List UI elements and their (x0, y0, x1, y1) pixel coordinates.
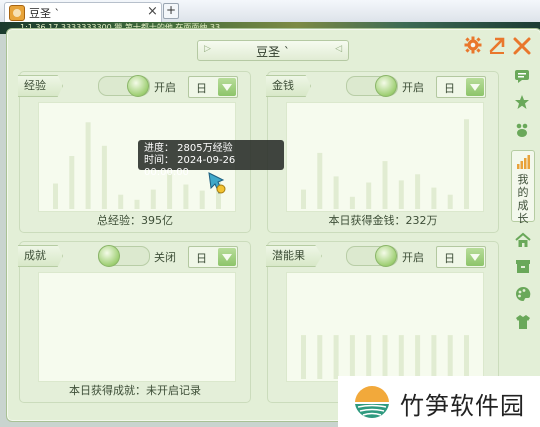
achievement-toggle-label: 关闭 (154, 251, 176, 264)
experience-caption: 总经验：395亿 (97, 214, 173, 227)
chart-bar[interactable] (464, 335, 469, 379)
growth-bars-icon (517, 155, 530, 169)
tab-close-button[interactable]: × (147, 4, 158, 19)
achievement-period-select[interactable]: 日 (188, 246, 238, 268)
chart-bar[interactable] (382, 335, 388, 379)
experience-period-value: 日 (196, 82, 207, 95)
chart-bar[interactable] (183, 184, 189, 210)
chart-bar[interactable] (150, 189, 156, 209)
title-right-arrow-icon: ◁ (335, 44, 342, 54)
chart-bar[interactable] (349, 335, 355, 379)
chart-bar[interactable] (69, 156, 75, 209)
chart-bar[interactable] (301, 335, 306, 379)
money-toggle-label: 开启 (402, 81, 424, 94)
achievement-chart-svg (39, 273, 235, 381)
experience-tab-label: 经验 (18, 75, 63, 97)
potential-chart-svg (301, 335, 469, 379)
new-tab-button[interactable]: + (163, 3, 179, 19)
chart-bar[interactable] (382, 161, 388, 209)
settings-gear-icon[interactable] (464, 36, 482, 54)
chart-bar[interactable] (85, 122, 91, 209)
watermark: 竹笋软件园 (338, 376, 540, 427)
browser-tab[interactable]: 豆圣 ` × (4, 2, 162, 22)
chart-bar[interactable] (447, 335, 453, 379)
money-bar-chart (286, 102, 484, 212)
experience-period-select[interactable]: 日 (188, 76, 238, 98)
achievement-period-value: 日 (196, 252, 207, 265)
chart-bar[interactable] (464, 119, 469, 209)
chart-tooltip: 进度： 2805万经验 时间： 2024-09-26 00:00:00 (138, 140, 284, 178)
shirt-icon[interactable] (515, 314, 531, 330)
potential-tab-label: 潜能果 (266, 245, 322, 267)
chart-bar[interactable] (447, 194, 453, 209)
chart-bar[interactable] (366, 335, 372, 379)
potential-toggle[interactable] (346, 245, 398, 267)
chart-bar[interactable] (317, 335, 323, 379)
chart-bar[interactable] (134, 199, 140, 209)
money-period-value: 日 (444, 82, 455, 95)
money-period-select[interactable]: 日 (436, 76, 486, 98)
money-caption: 本日获得金钱：232万 (328, 214, 438, 227)
chart-bar[interactable] (199, 190, 205, 209)
potential-bar-chart (286, 272, 484, 382)
panel-title-bar: ▷ 豆圣 ` ◁ (197, 40, 349, 61)
money-card: 金钱 开启 日 本日获得金钱：232万 (266, 71, 499, 233)
chart-bar[interactable] (301, 189, 306, 209)
dropdown-arrow-icon[interactable] (466, 248, 484, 266)
chart-bar[interactable] (431, 187, 437, 209)
achievement-caption: 本日获得成就：未开启记录 (69, 384, 201, 397)
my-growth-tab[interactable]: 我的成长 (511, 150, 535, 225)
chart-bar[interactable] (415, 335, 421, 379)
pet-icon[interactable] (514, 122, 530, 138)
chart-bar[interactable] (333, 176, 339, 209)
toggle-knob (127, 75, 149, 97)
chart-bar[interactable] (118, 194, 124, 209)
game-favicon-icon (9, 5, 25, 21)
achievement-tab-label: 成就 (18, 245, 63, 267)
potential-toggle-label: 开启 (402, 251, 424, 264)
chart-bar[interactable] (366, 182, 372, 210)
chart-bar[interactable] (53, 183, 58, 210)
chart-bar[interactable] (431, 335, 437, 379)
toggle-knob (98, 245, 120, 267)
chart-bar[interactable] (333, 335, 339, 379)
potential-period-select[interactable]: 日 (436, 246, 486, 268)
achievement-bar-chart (38, 272, 236, 382)
palette-icon[interactable] (515, 286, 531, 302)
watermark-text: 竹笋软件园 (400, 392, 525, 420)
dropdown-arrow-icon[interactable] (218, 78, 236, 96)
star-icon[interactable] (514, 94, 530, 110)
tab-title: 豆圣 ` (29, 7, 60, 20)
money-chart-svg (301, 119, 469, 210)
chart-bar[interactable] (415, 174, 421, 209)
potential-period-value: 日 (444, 252, 455, 265)
tooltip-progress: 进度： 2805万经验 (144, 143, 233, 154)
chart-bar[interactable] (349, 196, 355, 209)
experience-toggle[interactable] (98, 75, 150, 97)
browser-tab-bar: 豆圣 ` × + (0, 0, 540, 23)
money-toggle[interactable] (346, 75, 398, 97)
achievement-toggle[interactable] (98, 245, 150, 267)
chart-bar[interactable] (398, 335, 404, 379)
home-icon[interactable] (515, 232, 531, 248)
achievement-card: 成就 关闭 日 本日获得成就：未开启记录 (18, 241, 251, 403)
game-cursor-icon (208, 172, 226, 194)
chart-bar[interactable] (398, 180, 404, 209)
toggle-knob (375, 245, 397, 267)
dropdown-arrow-icon[interactable] (218, 248, 236, 266)
money-tab-label: 金钱 (266, 75, 311, 97)
my-growth-label: 我的成长 (517, 173, 529, 225)
dropdown-arrow-icon[interactable] (466, 78, 484, 96)
panel-title: 豆圣 ` (256, 45, 290, 59)
growth-panel: ▷ 豆圣 ` ◁ 经验 开启 日 总经验：395亿 金钱 开启 日 本日获得金钱… (6, 28, 540, 422)
storage-box-icon[interactable] (515, 258, 531, 274)
watermark-logo-icon (355, 385, 389, 419)
experience-toggle-label: 开启 (154, 81, 176, 94)
chat-icon[interactable] (514, 68, 530, 84)
close-icon[interactable] (512, 36, 532, 56)
external-link-icon[interactable] (488, 36, 506, 54)
chart-bar[interactable] (317, 152, 323, 209)
toggle-knob (375, 75, 397, 97)
chart-bar[interactable] (101, 145, 107, 209)
